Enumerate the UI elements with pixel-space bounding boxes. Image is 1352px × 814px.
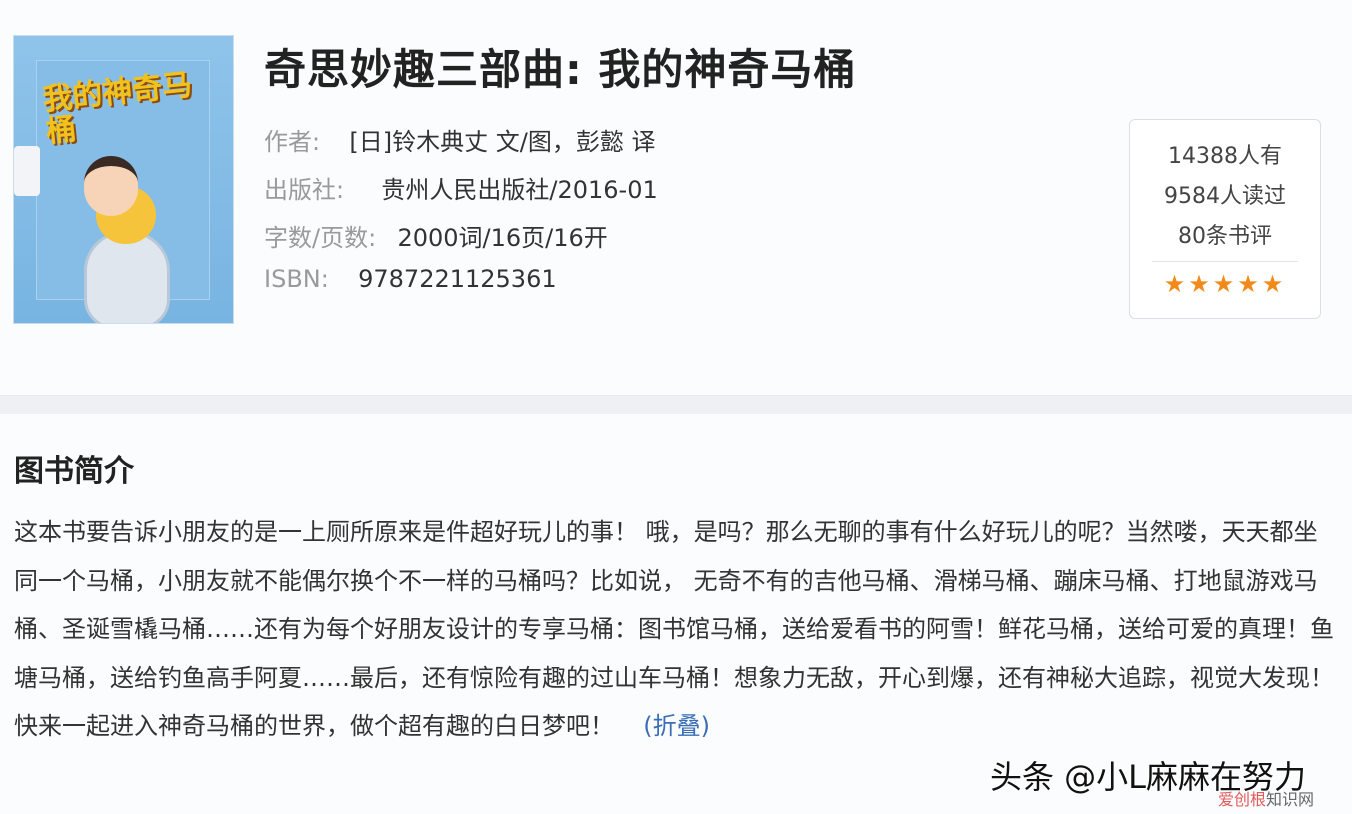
meta-author-label: 作者: — [264, 128, 321, 156]
watermark-sub-accent: 爱创根 — [1218, 790, 1267, 809]
stat-have[interactable]: 14388人有 — [1130, 138, 1320, 170]
cover-child-head — [84, 156, 138, 216]
rating-stars-icon: ★★★★★ — [1163, 270, 1287, 298]
meta-pages: 字数/页数: 2000词/16页/16开 — [264, 218, 608, 253]
reader-stats-box: 14388人有 9584人读过 80条书评 ★★★★★ — [1129, 119, 1321, 319]
intro-body: 这本书要告诉小朋友的是一上厕所原来是件超好玩儿的事！ 哦，是吗？那么无聊的事有什… — [14, 508, 1334, 751]
meta-publisher-value[interactable]: 贵州人民出版社/2016-01 — [381, 176, 657, 204]
intro-heading: 图书简介 — [14, 454, 134, 489]
book-title: 奇思妙趣三部曲: 我的神奇马桶 — [264, 45, 857, 94]
meta-publisher-label: 出版社: — [264, 176, 345, 204]
meta-isbn-label: ISBN: — [264, 265, 329, 293]
meta-isbn: ISBN: 9787221125361 — [264, 265, 557, 293]
watermark-sub-rest: 知识网 — [1266, 790, 1315, 809]
meta-author-value[interactable]: [日]铃木典丈 文/图，彭懿 译 — [349, 128, 655, 156]
meta-isbn-value: 9787221125361 — [358, 265, 557, 293]
meta-publisher: 出版社: 贵州人民出版社/2016-01 — [264, 170, 658, 205]
meta-author: 作者: [日]铃木典丈 文/图，彭懿 译 — [264, 122, 655, 157]
stat-reviews[interactable]: 80条书评 — [1130, 218, 1320, 250]
section-divider — [0, 396, 1352, 414]
meta-pages-label: 字数/页数: — [264, 224, 377, 252]
cover-pad — [14, 146, 40, 196]
stat-read[interactable]: 9584人读过 — [1130, 178, 1320, 210]
intro-text: 这本书要告诉小朋友的是一上厕所原来是件超好玩儿的事！ 哦，是吗？那么无聊的事有什… — [14, 518, 1334, 740]
cover-toilet-illustration — [84, 231, 170, 323]
book-cover-image[interactable]: 我的神奇马桶 — [14, 36, 233, 323]
book-info-card: 我的神奇马桶 奇思妙趣三部曲: 我的神奇马桶 作者: [日]铃木典丈 文/图，彭… — [0, 0, 1352, 396]
watermark-sub: 爱创根知识网 — [1218, 786, 1314, 810]
meta-pages-value: 2000词/16页/16开 — [397, 224, 608, 252]
stats-divider — [1152, 261, 1298, 262]
fold-link[interactable]: (折叠) — [643, 712, 710, 740]
